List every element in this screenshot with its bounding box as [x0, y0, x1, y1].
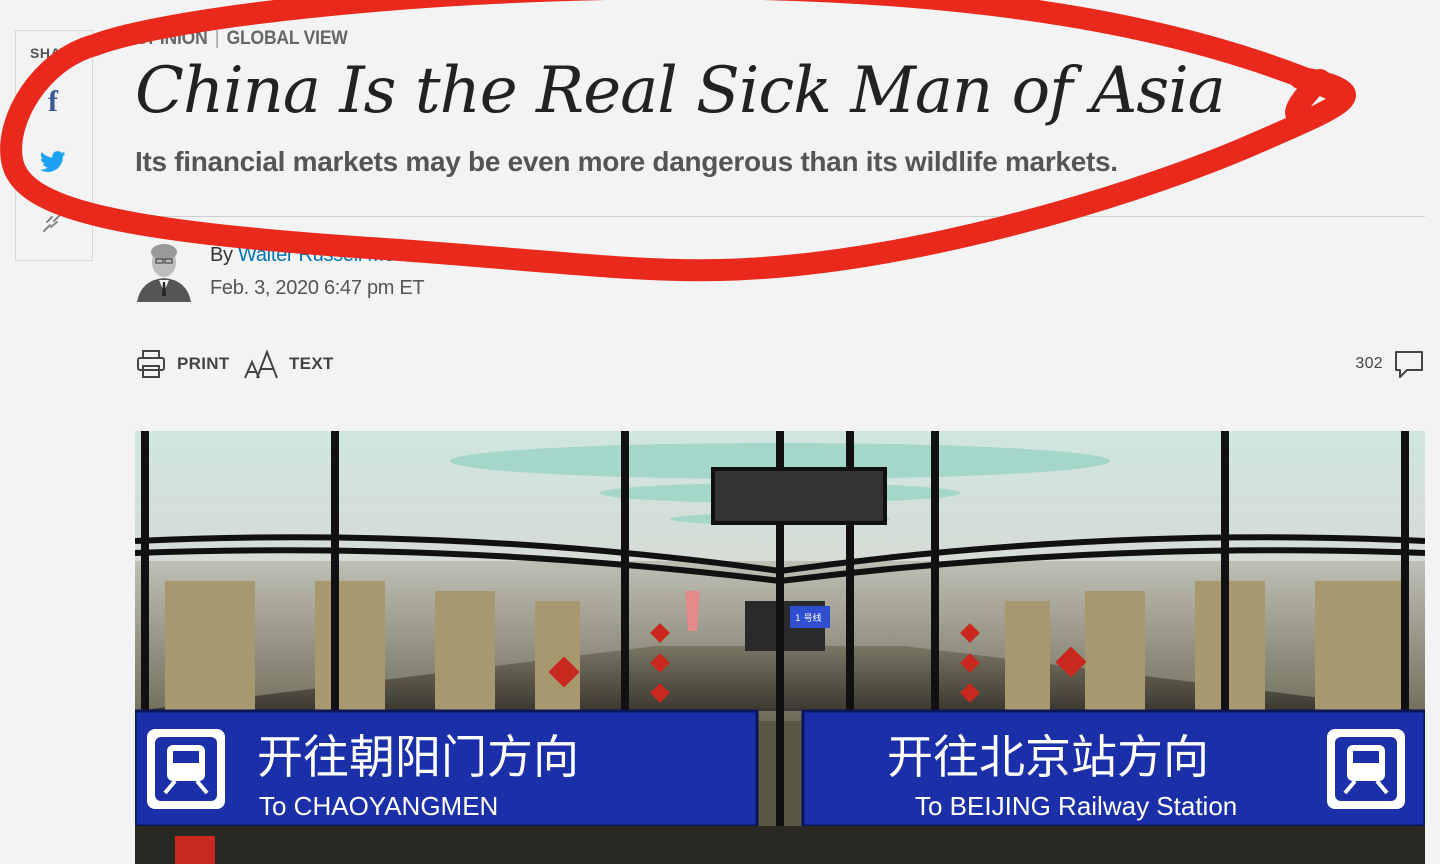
text-size-button[interactable]: TEXT — [243, 348, 334, 380]
text-size-icon — [244, 349, 278, 379]
comment-icon — [1395, 351, 1423, 378]
article-toolbar: PRINT TEXT 302 — [135, 348, 1425, 388]
author-link[interactable]: Walter Russell Mead — [238, 244, 416, 266]
printer-icon — [137, 350, 165, 378]
comments-button[interactable]: 302 — [1355, 348, 1425, 380]
section-link[interactable]: OPINION — [135, 28, 208, 49]
byline-prefix: By — [210, 244, 233, 266]
lead-photo[interactable]: 1 号线 开往朝阳门方向 To CHAOYANGMEN 开往北京站方向 To B… — [135, 431, 1425, 864]
flashline: OPINION | GLOBAL VIEW — [135, 28, 348, 50]
text-label: TEXT — [289, 354, 334, 373]
print-label: PRINT — [177, 354, 230, 373]
twitter-icon — [40, 151, 66, 172]
sign-left-english: To CHAOYANGMEN — [259, 791, 498, 821]
author-avatar[interactable] — [135, 240, 193, 302]
byline: By Walter Russell Mead — [210, 244, 416, 267]
article-dek: Its financial markets may be even more d… — [135, 146, 1118, 177]
comment-count: 302 — [1355, 355, 1383, 372]
sign-right-english: To BEIJING Railway Station — [915, 791, 1237, 821]
metro-icon-right — [1327, 729, 1405, 809]
link-icon — [43, 214, 61, 232]
share-rail: SHARE f — [15, 30, 93, 261]
header-divider — [135, 216, 1425, 217]
facebook-icon: f — [48, 85, 58, 118]
sign-left-chinese: 开往朝阳门方向 — [257, 730, 579, 784]
facebook-share-button[interactable]: f — [38, 85, 68, 118]
metro-icon-left — [147, 729, 225, 809]
platform-screen-text: 1 号线 — [795, 612, 822, 624]
print-button[interactable]: PRINT — [135, 348, 230, 380]
subway-station-photo: 1 号线 开往朝阳门方向 To CHAOYANGMEN 开往北京站方向 To B… — [135, 431, 1425, 864]
sign-right-chinese: 开往北京站方向 — [887, 730, 1209, 784]
copy-link-button[interactable] — [38, 207, 68, 237]
share-label: SHARE — [30, 45, 82, 61]
flashline-separator: | — [214, 28, 220, 49]
column-link[interactable]: GLOBAL VIEW — [227, 28, 348, 49]
article-headline: China Is the Real Sick Man of Asia — [135, 54, 1226, 128]
twitter-share-button[interactable] — [38, 147, 68, 177]
publish-timestamp: Feb. 3, 2020 6:47 pm ET — [210, 277, 425, 299]
